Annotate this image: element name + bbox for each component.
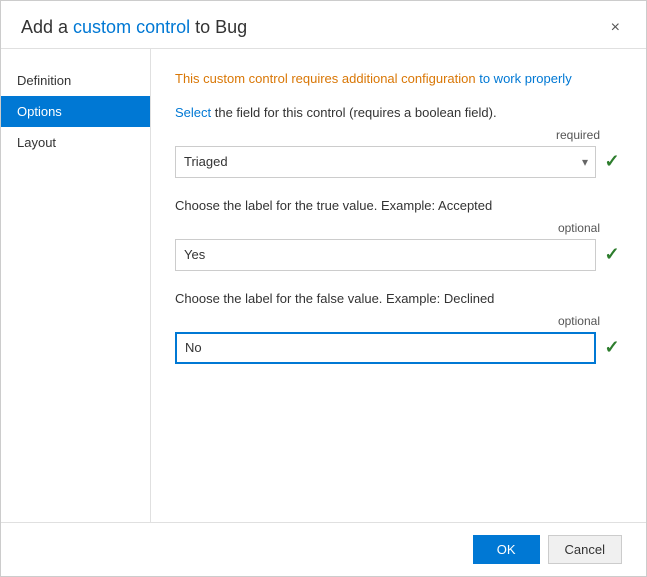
false-label-section: Choose the label for the false value. Ex… [175, 291, 622, 306]
sidebar-item-layout[interactable]: Layout [1, 127, 150, 158]
optional-row-1: optional [175, 221, 622, 239]
main-content: This custom control requires additional … [151, 49, 646, 522]
select-field-row: Triaged ▾ ✓ [175, 146, 622, 178]
ok-button[interactable]: OK [473, 535, 540, 564]
cancel-button[interactable]: Cancel [548, 535, 622, 564]
true-label-example: Accepted [438, 198, 492, 213]
info-orange: This custom control requires additional … [175, 71, 476, 86]
field-select-group: Select the field for this control (requi… [175, 105, 622, 178]
select-field-label: Select the field for this control (requi… [175, 105, 622, 120]
true-check-icon: ✓ [602, 244, 622, 265]
optional-label-2: optional [558, 314, 600, 328]
sidebar-item-options[interactable]: Options [1, 96, 150, 127]
info-blue: to work properly [476, 71, 572, 86]
true-field-row: ✓ [175, 239, 622, 271]
dialog-footer: OK Cancel [1, 522, 646, 576]
title-highlight: custom control [73, 17, 190, 37]
optional-label-1: optional [558, 221, 600, 235]
triaged-select-wrapper: Triaged ▾ [175, 146, 596, 178]
required-label: required [556, 128, 600, 142]
close-button[interactable]: × [605, 18, 626, 38]
dialog: Add a custom control to Bug × Definition… [0, 0, 647, 577]
select-check-icon: ✓ [602, 151, 622, 172]
dialog-title: Add a custom control to Bug [21, 17, 247, 38]
select-label-blue: Select [175, 105, 211, 120]
true-label-text: Choose the label for the true value. Exa… [175, 198, 438, 213]
false-label-text: Choose the label for the false value. Ex… [175, 291, 444, 306]
select-label-rest: the field for this control (requires a b… [211, 105, 496, 120]
false-label-group: Choose the label for the false value. Ex… [175, 291, 622, 364]
true-value-input[interactable] [175, 239, 596, 271]
dialog-header: Add a custom control to Bug × [1, 1, 646, 49]
false-field-row: ✓ [175, 332, 622, 364]
title-prefix: Add a [21, 17, 73, 37]
false-label-example: Declined [444, 291, 495, 306]
triaged-select[interactable]: Triaged [175, 146, 596, 178]
required-row: required [175, 128, 622, 146]
dialog-body: Definition Options Layout This custom co… [1, 49, 646, 522]
true-label-group: Choose the label for the true value. Exa… [175, 198, 622, 271]
sidebar: Definition Options Layout [1, 49, 151, 522]
optional-row-2: optional [175, 314, 622, 332]
false-check-icon: ✓ [602, 337, 622, 358]
sidebar-item-definition[interactable]: Definition [1, 65, 150, 96]
true-label-section: Choose the label for the true value. Exa… [175, 198, 622, 213]
title-suffix: to Bug [190, 17, 247, 37]
info-message: This custom control requires additional … [175, 69, 622, 89]
false-value-input[interactable] [175, 332, 596, 364]
